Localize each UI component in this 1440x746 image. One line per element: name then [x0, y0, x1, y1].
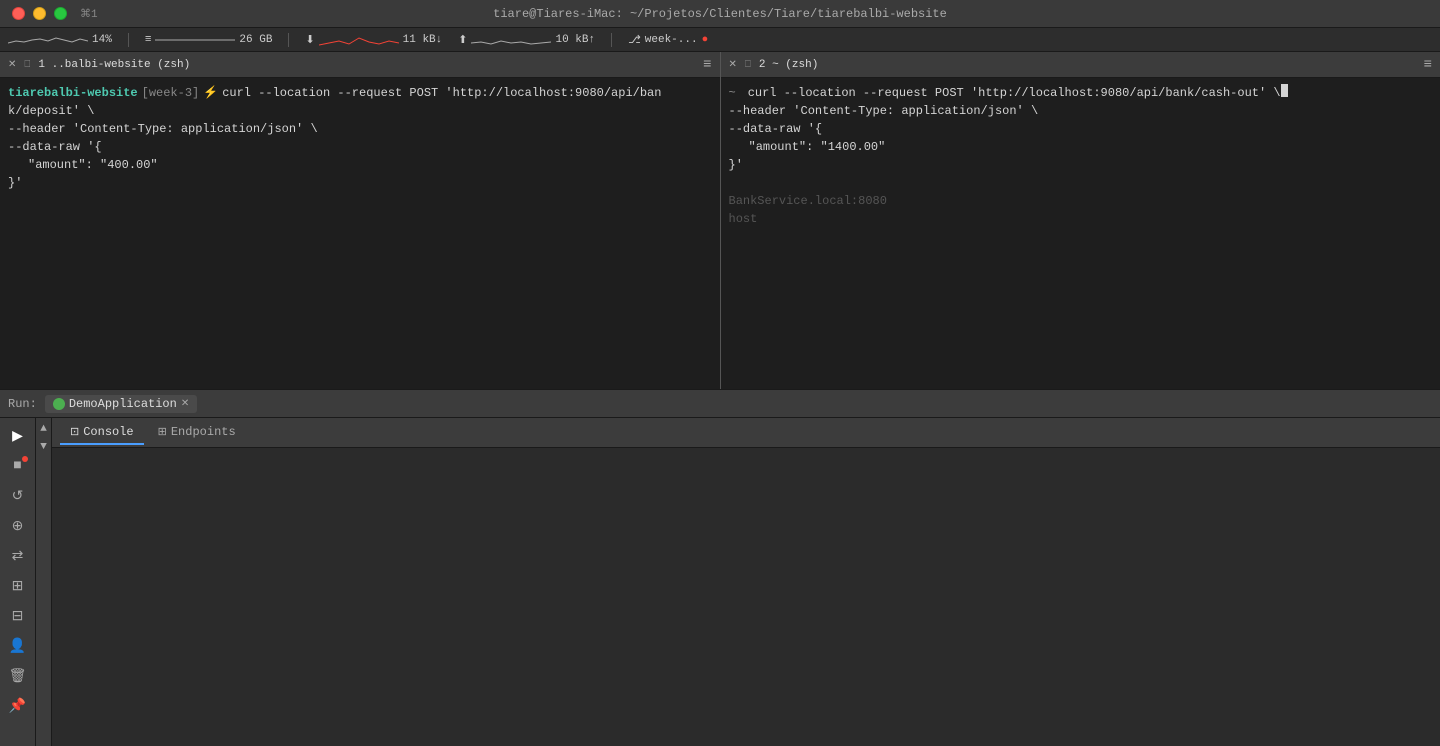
net-down-stat: ⬇ 11 kB↓ [305, 33, 442, 47]
terminal-left-icon: ⎕ [24, 59, 30, 71]
terminal-right-content[interactable]: ~ curl --location --request POST 'http:/… [721, 78, 1440, 389]
week-value: week-... [645, 34, 698, 46]
right-cmd-line-2: --header 'Content-Type: application/json… [729, 102, 1433, 120]
right-cmd-line-1: curl --location --request POST 'http://l… [748, 84, 1281, 102]
terminal-right-menu[interactable]: ≡ [1424, 57, 1432, 73]
terminal-left-content[interactable]: tiarebalbi-website [week-3] ⚡ curl --loc… [0, 78, 720, 389]
window-title: tiare@Tiares-iMac: ~/Projetos/Clientes/T… [493, 7, 947, 21]
close-button[interactable] [12, 7, 25, 20]
ram-stat: ≡ 26 GB [145, 33, 273, 47]
right-faded-1: BankService.local:8080 [729, 192, 1433, 210]
terminal-left-label: 1 ..balbi-website (zsh) [38, 59, 695, 71]
toolbar-up[interactable]: ▲ [37, 422, 51, 436]
cmd-line-3: --header 'Content-Type: application/json… [8, 120, 712, 138]
cpu-stat: 14% [8, 33, 112, 47]
console-content [52, 448, 1440, 746]
right-faded-2: host [729, 210, 1433, 228]
terminal-left-tab-bar: ✕ ⎕ 1 ..balbi-website (zsh) ≡ [0, 52, 720, 78]
branch-icon: ⎇ [628, 33, 641, 47]
tab-endpoints[interactable]: ⊞ Endpoints [148, 421, 246, 445]
prompt-lightning: ⚡ [203, 84, 218, 102]
ide-content: ▶ ■ ↺ ⊕ ⇄ ⊞ ⊟ 👤 🗑 📌 ▲ ▼ ⊡ Console ⊞ [0, 418, 1440, 746]
app-icon [53, 398, 65, 410]
prompt-dir: tiarebalbi-website [8, 84, 138, 102]
right-cmd-line-4: "amount": "1400.00" [729, 138, 1433, 156]
cmd-line-1: curl --location --request POST 'http://l… [222, 84, 661, 102]
terminal-right-tab-bar: ✕ ⎕ 2 ~ (zsh) ≡ [721, 52, 1440, 78]
prompt-tilde: ~ [729, 84, 736, 102]
profile-icon[interactable]: 👤 [4, 632, 32, 660]
prompt-line-1: tiarebalbi-website [week-3] ⚡ curl --loc… [8, 84, 712, 102]
terminal-left-close[interactable]: ✕ [8, 59, 16, 71]
stop-icon[interactable]: ■ [4, 452, 32, 480]
endpoints-icon: ⊞ [158, 425, 167, 439]
console-icon: ⊡ [70, 425, 79, 439]
layout-icon[interactable]: ⊞ [4, 572, 32, 600]
net-up-value: 10 kB↑ [555, 34, 595, 46]
ide-panel: Run: DemoApplication ✕ ▶ ■ ↺ ⊕ ⇄ ⊞ ⊟ 👤 🗑… [0, 390, 1440, 746]
terminal-right-close[interactable]: ✕ [729, 59, 737, 71]
prompt-branch: [week-3] [142, 84, 200, 102]
week-stat: ⎇ week-... ● [628, 33, 708, 47]
cmd-line-5: "amount": "400.00" [8, 156, 712, 174]
ram-icon: ≡ [145, 34, 152, 46]
terminal-left: ✕ ⎕ 1 ..balbi-website (zsh) ≡ tiarebalbi… [0, 52, 721, 389]
net-up-icon: ⬆ [458, 33, 467, 47]
console-tab-label: Console [83, 425, 133, 439]
build-icon[interactable]: ⊕ [4, 512, 32, 540]
run-bar: Run: DemoApplication ✕ [0, 390, 1440, 418]
shortcut-label: ⌘1 [80, 7, 98, 21]
dot-icon: ● [702, 34, 709, 46]
endpoints-tab-label: Endpoints [171, 425, 236, 439]
trash-icon[interactable]: 🗑 [4, 662, 32, 690]
app-name: DemoApplication [69, 397, 177, 411]
cursor-block [1281, 84, 1288, 97]
grid-icon[interactable]: ⊟ [4, 602, 32, 630]
run-label: Run: [8, 397, 37, 411]
title-bar: ⌘1 tiare@Tiares-iMac: ~/Projetos/Cliente… [0, 0, 1440, 28]
maximize-button[interactable] [54, 7, 67, 20]
cmd-line-6: }' [8, 174, 712, 192]
minimize-button[interactable] [33, 7, 46, 20]
toolbar-down[interactable]: ▼ [37, 440, 51, 454]
cmd-line-2: k/deposit' \ [8, 102, 712, 120]
cpu-value: 14% [92, 34, 112, 46]
cmd-line-4: --data-raw '{ [8, 138, 712, 156]
window-controls[interactable] [12, 7, 67, 20]
right-cmd-line-3: --data-raw '{ [729, 120, 1433, 138]
terminal-right-label: 2 ~ (zsh) [759, 59, 1416, 71]
terminal-right: ✕ ⎕ 2 ~ (zsh) ≡ ~ curl --location --requ… [721, 52, 1440, 389]
console-area: ⊡ Console ⊞ Endpoints [52, 418, 1440, 746]
ide-sidebar: ▶ ■ ↺ ⊕ ⇄ ⊞ ⊟ 👤 🗑 📌 [0, 418, 36, 746]
restart-icon[interactable]: ↺ [4, 482, 32, 510]
prompt-line-right: ~ curl --location --request POST 'http:/… [729, 84, 1433, 102]
stats-bar: 14% ≡ 26 GB ⬇ 11 kB↓ ⬆ 10 kB↑ ⎇ week-...… [0, 28, 1440, 52]
net-up-stat: ⬆ 10 kB↑ [458, 33, 595, 47]
net-icon: ⬇ [305, 33, 314, 47]
tab-console[interactable]: ⊡ Console [60, 421, 144, 445]
run-icon[interactable]: ▶ [4, 422, 32, 450]
console-tabs: ⊡ Console ⊞ Endpoints [52, 418, 1440, 448]
ide-toolbar: ▲ ▼ [36, 418, 52, 746]
terminal-left-menu[interactable]: ≡ [703, 57, 711, 73]
terminal-right-icon: ⎕ [745, 59, 751, 71]
app-close[interactable]: ✕ [181, 398, 189, 410]
net-down-value: 11 kB↓ [403, 34, 443, 46]
terminals-wrapper: ✕ ⎕ 1 ..balbi-website (zsh) ≡ tiarebalbi… [0, 52, 1440, 390]
ram-value: 26 GB [239, 34, 272, 46]
pin-icon[interactable]: 📌 [4, 692, 32, 720]
run-app-tab[interactable]: DemoApplication ✕ [45, 395, 197, 413]
sync-icon[interactable]: ⇄ [4, 542, 32, 570]
right-cmd-line-5: }' [729, 156, 1433, 174]
